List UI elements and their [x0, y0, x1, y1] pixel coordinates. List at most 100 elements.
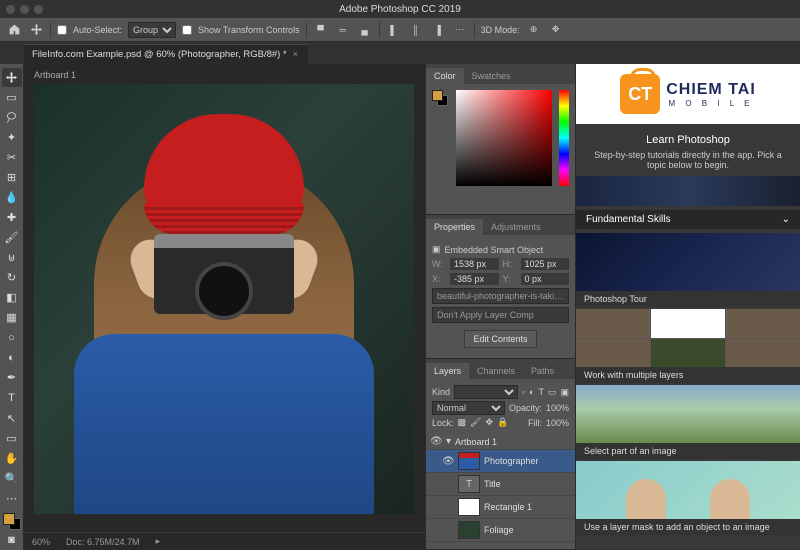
layer-photographer[interactable]: 👁 Photographer — [426, 450, 575, 473]
tutorial-tile[interactable]: Select part of an image — [576, 385, 800, 459]
layers-list: 👁 ▾ Artboard 1 👁 Photographer T Title — [426, 434, 575, 549]
window-controls[interactable] — [6, 5, 43, 14]
quick-mask-tool[interactable]: ◙ — [2, 531, 22, 550]
heal-tool[interactable]: ✚ — [2, 208, 22, 227]
tab-color[interactable]: Color — [426, 68, 464, 84]
options-bar: Auto-Select: Group Show Transform Contro… — [0, 18, 800, 42]
document-tabs: FileInfo.com Example.psd @ 60% (Photogra… — [0, 42, 800, 64]
align-vcenter-icon[interactable]: ═ — [335, 22, 351, 38]
move-tool-icon[interactable] — [28, 22, 44, 38]
layercomp-dropdown[interactable]: Don't Apply Layer Comp — [432, 307, 569, 323]
color-swatch[interactable] — [3, 513, 21, 530]
eyedropper-tool[interactable]: 💧 — [2, 188, 22, 207]
x-value[interactable]: -385 px — [450, 273, 499, 285]
opacity-value[interactable]: 100% — [546, 403, 569, 413]
layer-rectangle[interactable]: Rectangle 1 — [426, 496, 575, 519]
eraser-tool[interactable]: ◧ — [2, 288, 22, 307]
tab-paths[interactable]: Paths — [523, 363, 562, 379]
zoom-tool[interactable]: 🔍 — [2, 469, 22, 488]
kind-label: Kind — [432, 387, 450, 397]
filter-shape-icon[interactable]: ▭ — [548, 387, 557, 398]
status-chevron-icon[interactable]: ▸ — [156, 536, 161, 547]
edit-toolbar[interactable]: ⋯ — [2, 489, 22, 508]
align-bottom-icon[interactable]: ▄ — [357, 22, 373, 38]
logo-sub: M O B I L E — [666, 99, 756, 108]
blend-mode[interactable]: Normal — [432, 401, 505, 415]
tab-swatches[interactable]: Swatches — [464, 68, 519, 84]
align-right-icon[interactable]: ▐ — [430, 22, 446, 38]
lasso-tool[interactable] — [2, 108, 22, 127]
fill-value[interactable]: 100% — [546, 418, 569, 428]
more-align-icon[interactable]: ⋯ — [452, 22, 468, 38]
dodge-tool[interactable]: ◐ — [2, 348, 22, 367]
marquee-tool[interactable]: ▭ — [2, 88, 22, 107]
skills-header[interactable]: Fundamental Skills ⌄ — [576, 210, 800, 229]
w-value[interactable]: 1538 px — [450, 258, 499, 270]
auto-select-dropdown[interactable]: Group — [128, 22, 176, 38]
filename-dropdown[interactable]: beautiful-photographer-is-taking-a-pict… — [432, 288, 569, 304]
home-icon[interactable] — [6, 22, 22, 38]
fg-bg-swatch[interactable] — [432, 90, 448, 106]
filter-adjust-icon[interactable]: ◐ — [529, 387, 534, 397]
frame-tool[interactable]: ⊞ — [2, 168, 22, 187]
pen-tool[interactable]: ✒ — [2, 368, 22, 387]
hue-slider[interactable] — [559, 90, 569, 186]
document-tab[interactable]: FileInfo.com Example.psd @ 60% (Photogra… — [24, 44, 308, 64]
history-brush-tool[interactable]: ↻ — [2, 268, 22, 287]
align-hcenter-icon[interactable]: ║ — [408, 22, 424, 38]
auto-select-checkbox[interactable] — [57, 25, 67, 35]
filter-pixel-icon[interactable]: ▫ — [522, 387, 525, 397]
layer-artboard[interactable]: 👁 ▾ Artboard 1 — [426, 434, 575, 450]
artboard-label[interactable]: Artboard 1 — [34, 70, 76, 80]
close-tab-icon[interactable]: × — [293, 49, 299, 60]
crop-tool[interactable]: ✂ — [2, 148, 22, 167]
blur-tool[interactable]: ○ — [2, 328, 22, 347]
wand-tool[interactable]: ✦ — [2, 128, 22, 147]
layer-foliage[interactable]: Foliage — [426, 519, 575, 542]
3d-pan-icon[interactable]: ✥ — [548, 22, 564, 38]
move-tool[interactable] — [2, 68, 22, 87]
type-tool[interactable]: T — [2, 389, 22, 408]
artboard[interactable] — [34, 84, 414, 514]
tab-adjustments[interactable]: Adjustments — [483, 219, 549, 235]
lock-pos-icon[interactable]: ✥ — [485, 417, 493, 428]
tutorial-tile[interactable]: Use a layer mask to add an object to an … — [576, 461, 800, 535]
layer-title[interactable]: T Title — [426, 473, 575, 496]
tab-channels[interactable]: Channels — [469, 363, 523, 379]
filter-smart-icon[interactable]: ▣ — [560, 387, 569, 398]
opacity-label: Opacity: — [509, 403, 542, 413]
gradient-tool[interactable]: ▦ — [2, 308, 22, 327]
filter-type-icon[interactable]: T — [538, 387, 544, 397]
y-value[interactable]: 0 px — [521, 273, 570, 285]
watermark-logo: CT CHIEM TAI M O B I L E — [576, 64, 800, 124]
tutorial-tile[interactable]: Work with multiple layers — [576, 309, 800, 383]
hand-tool[interactable]: ✋ — [2, 449, 22, 468]
h-label: H: — [503, 259, 517, 269]
shape-tool[interactable]: ▭ — [2, 429, 22, 448]
path-tool[interactable]: ↖ — [2, 409, 22, 428]
title-bar: Adobe Photoshop CC 2019 — [0, 0, 800, 18]
tab-layers[interactable]: Layers — [426, 363, 469, 379]
lock-paint-icon[interactable]: 🖌 — [470, 417, 481, 428]
tab-properties[interactable]: Properties — [426, 219, 483, 235]
tutorial-tile[interactable]: Photoshop Tour — [576, 233, 800, 307]
color-field[interactable] — [456, 90, 552, 186]
3d-orbit-icon[interactable]: ⊕ — [526, 22, 542, 38]
lock-trans-icon[interactable]: ▩ — [458, 417, 467, 428]
stamp-tool[interactable]: ⊎ — [2, 248, 22, 267]
align-left-icon[interactable]: ▌ — [386, 22, 402, 38]
auto-select-label: Auto-Select: — [73, 25, 122, 35]
lock-all-icon[interactable]: 🔒 — [497, 417, 508, 428]
zoom-level[interactable]: 60% — [32, 537, 50, 547]
kind-filter[interactable] — [454, 385, 518, 399]
edit-contents-button[interactable]: Edit Contents — [464, 330, 536, 348]
visibility-icon[interactable]: 👁 — [442, 456, 454, 467]
brush-tool[interactable]: 🖌 — [2, 228, 22, 247]
show-transform-checkbox[interactable] — [182, 25, 192, 35]
visibility-icon[interactable]: 👁 — [430, 436, 442, 447]
properties-panel: Properties Adjustments ▣Embedded Smart O… — [426, 215, 575, 359]
h-value[interactable]: 1025 px — [521, 258, 570, 270]
collapse-icon[interactable]: ▾ — [446, 436, 451, 447]
canvas-area[interactable]: Artboard 1 © FileInfo.com 60% Doc: 6.75M… — [24, 64, 425, 550]
align-top-icon[interactable]: ▀ — [313, 22, 329, 38]
